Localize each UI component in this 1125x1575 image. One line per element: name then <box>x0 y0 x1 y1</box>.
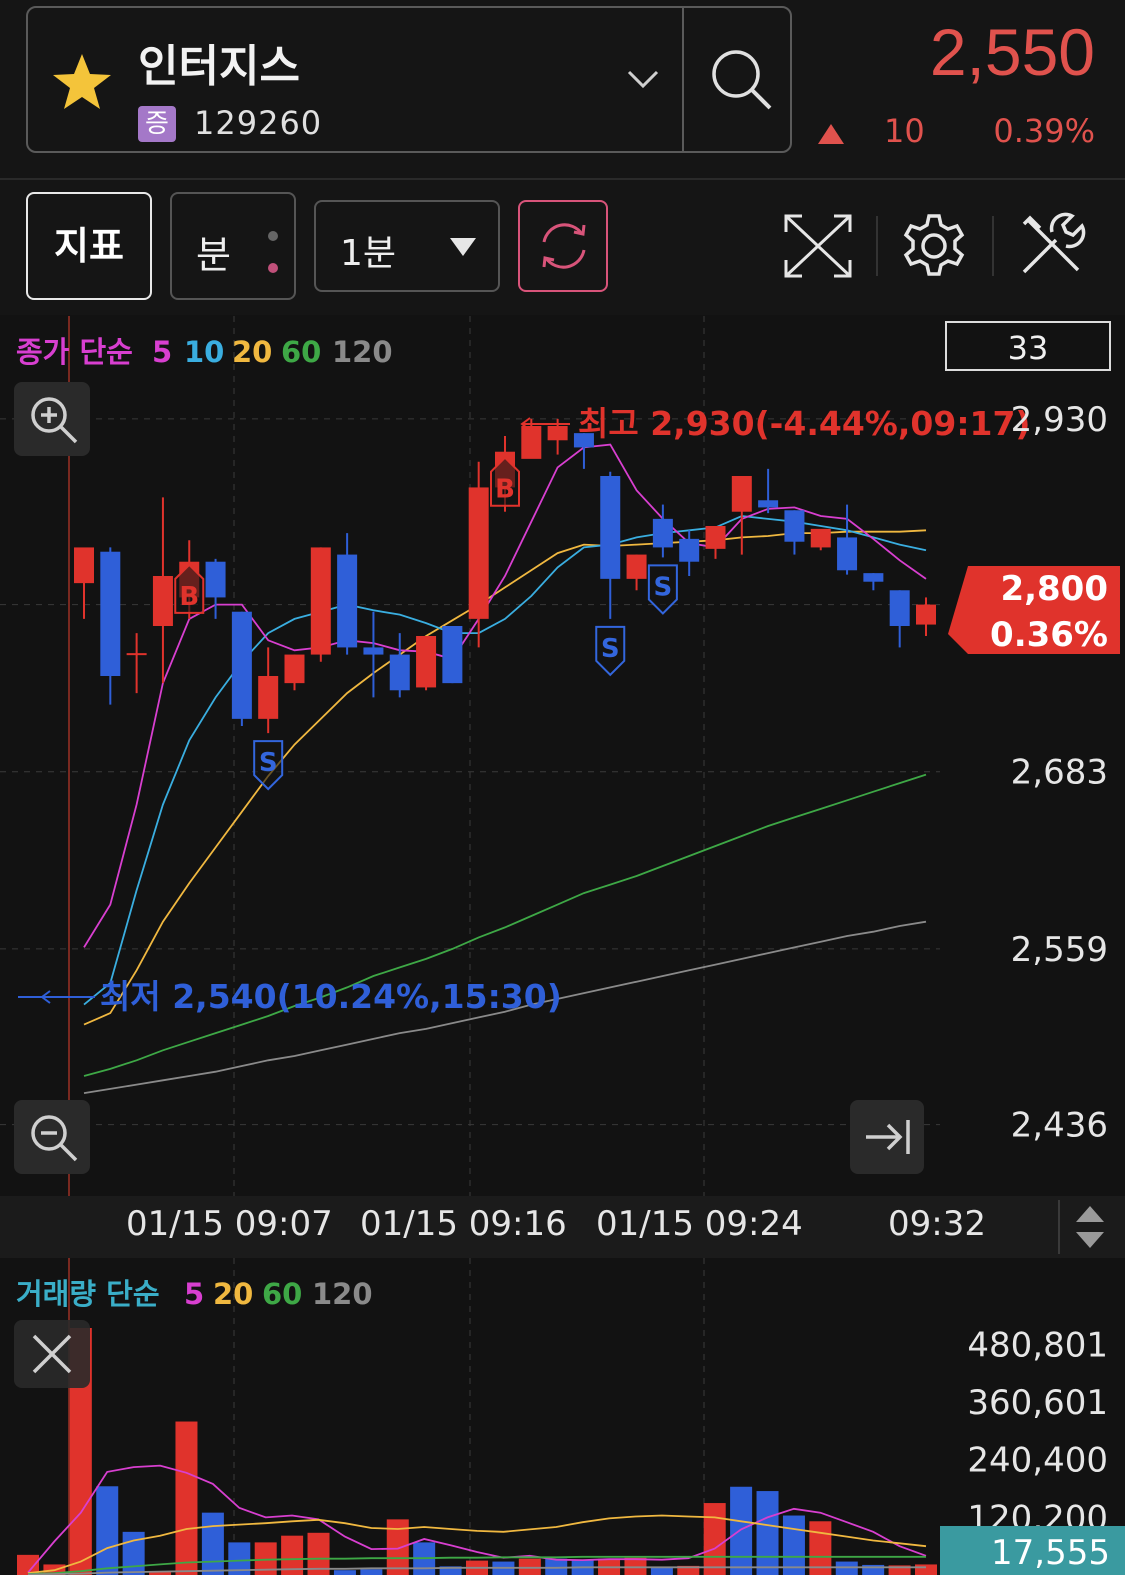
volume-bar <box>96 1486 119 1575</box>
high-annotation: 최고 2,930(-4.44%,09:17) <box>520 404 1031 443</box>
star-icon[interactable] <box>50 50 114 114</box>
minute-button-label: 분 <box>196 233 231 277</box>
legend-vma60: 60 <box>262 1277 302 1311</box>
legend-ma20: 20 <box>232 335 272 369</box>
market-badge: 증 <box>138 106 176 142</box>
y-tick-label: 2,559 <box>1011 930 1108 970</box>
volume-bar <box>756 1491 779 1575</box>
more-dots-icon <box>268 231 278 273</box>
divider <box>1058 1200 1060 1254</box>
time-label: 01/15 09:16 <box>360 1204 567 1244</box>
legend-vma120: 120 <box>312 1277 373 1311</box>
volume-bar <box>782 1515 805 1575</box>
high-annotation-label: 최고 2,930(-4.44%,09:17) <box>578 404 1031 443</box>
svg-text:S: S <box>259 748 278 778</box>
refresh-icon <box>542 223 586 269</box>
divider <box>876 216 878 276</box>
candle <box>416 636 437 691</box>
scroll-to-end-button[interactable] <box>850 1100 924 1174</box>
svg-text:B: B <box>495 475 515 505</box>
svg-text:S: S <box>654 572 673 602</box>
candle <box>231 611 252 726</box>
legend-vma20: 20 <box>213 1277 253 1311</box>
legend-prefix: 종가 단순 <box>16 335 133 369</box>
volume-chart[interactable]: 거래량 단순 5 20 60 120 480,801 360,601 240,400… <box>0 1258 1125 1575</box>
expand-icon[interactable] <box>780 210 856 282</box>
divider <box>992 216 994 276</box>
interval-label: 1분 <box>340 233 397 274</box>
volume-bar <box>518 1558 541 1575</box>
candle <box>442 626 463 684</box>
legend-ma10: 10 <box>184 335 224 369</box>
close-volume-button[interactable] <box>14 1320 90 1388</box>
volume-legend-prefix: 거래량 단순 <box>16 1277 160 1311</box>
up-down-arrows-icon[interactable] <box>1070 1204 1110 1250</box>
current-price-tag-label: 2,800 <box>1000 569 1108 609</box>
volume-bar <box>915 1564 937 1575</box>
svg-text:B: B <box>179 582 199 612</box>
legend-ma5: 5 <box>152 335 172 369</box>
y-tick-label: 2,436 <box>1011 1106 1108 1146</box>
time-label: 01/15 09:24 <box>596 1204 803 1244</box>
stock-name: 인터지스 <box>138 41 300 92</box>
volume-bar <box>624 1557 647 1575</box>
y-tick-label: 2,683 <box>1011 753 1108 793</box>
stock-selector[interactable]: 인터지스 증 129260 <box>26 6 792 153</box>
tools-icon[interactable] <box>1016 210 1088 282</box>
candle <box>310 547 331 662</box>
volume-bar <box>650 1567 673 1575</box>
price-change-percent: 0.39% <box>993 112 1095 150</box>
y-tick-label: 2,930 <box>1011 400 1108 440</box>
stock-code: 129260 <box>194 104 323 142</box>
volume-bar <box>835 1561 858 1575</box>
current-volume-tag-label: 17,555 <box>991 1533 1110 1573</box>
zoom-out-button[interactable] <box>14 1100 90 1174</box>
volume-bar <box>201 1512 224 1575</box>
volume-bar <box>703 1503 726 1575</box>
volume-bar <box>333 1570 356 1575</box>
chart-toolbar: 지표 분 1분 <box>0 180 1125 315</box>
indicator-button[interactable]: 지표 <box>26 192 152 300</box>
chevron-down-icon[interactable] <box>626 64 660 94</box>
search-button[interactable] <box>684 8 792 151</box>
current-volume-tag: 17,555 <box>940 1526 1125 1575</box>
current-price: 2,550 <box>929 15 1095 89</box>
price-chart[interactable]: B S B S S 종가 단순 5 10 20 60 120 최고 2,930(-4.4… <box>0 316 1125 1196</box>
interval-select[interactable]: 1분 <box>314 200 500 292</box>
y-tick-label: 360,601 <box>967 1383 1108 1423</box>
volume-bar <box>730 1486 753 1575</box>
y-tick-label: 240,400 <box>967 1441 1108 1481</box>
low-annotation-label: 최저 2,540(10.24%,15:30) <box>100 977 562 1016</box>
candle <box>810 528 831 551</box>
svg-text:S: S <box>601 634 620 664</box>
y-tick-label: 480,801 <box>967 1325 1108 1365</box>
current-pct-tag-label: 0.36% <box>990 615 1108 655</box>
search-icon <box>712 50 772 110</box>
legend-vma5: 5 <box>184 1277 204 1311</box>
price-change: 10 <box>884 112 925 150</box>
time-label: 01/15 09:07 <box>126 1204 333 1244</box>
count-box-label: 33 <box>1008 329 1049 367</box>
low-annotation: 최저 2,540(10.24%,15:30) <box>18 977 562 1016</box>
refresh-button[interactable] <box>518 200 608 292</box>
current-price-tag: 2,800 0.36% <box>948 566 1120 655</box>
gear-icon[interactable] <box>898 210 970 282</box>
volume-bar <box>175 1421 198 1575</box>
minute-chart-button[interactable]: 분 <box>170 192 296 300</box>
up-triangle-icon <box>818 124 844 144</box>
volume-bar <box>360 1569 383 1575</box>
zoom-in-button[interactable] <box>14 382 90 456</box>
time-label: 09:32 <box>888 1204 986 1244</box>
legend-ma60: 60 <box>281 335 321 369</box>
legend-ma120: 120 <box>332 335 393 369</box>
time-axis[interactable]: 01/15 09:07 01/15 09:16 01/15 09:24 09:3… <box>0 1196 1125 1258</box>
caret-down-icon <box>450 238 476 256</box>
header: 인터지스 증 129260 2,550 10 0.39% <box>0 0 1125 178</box>
